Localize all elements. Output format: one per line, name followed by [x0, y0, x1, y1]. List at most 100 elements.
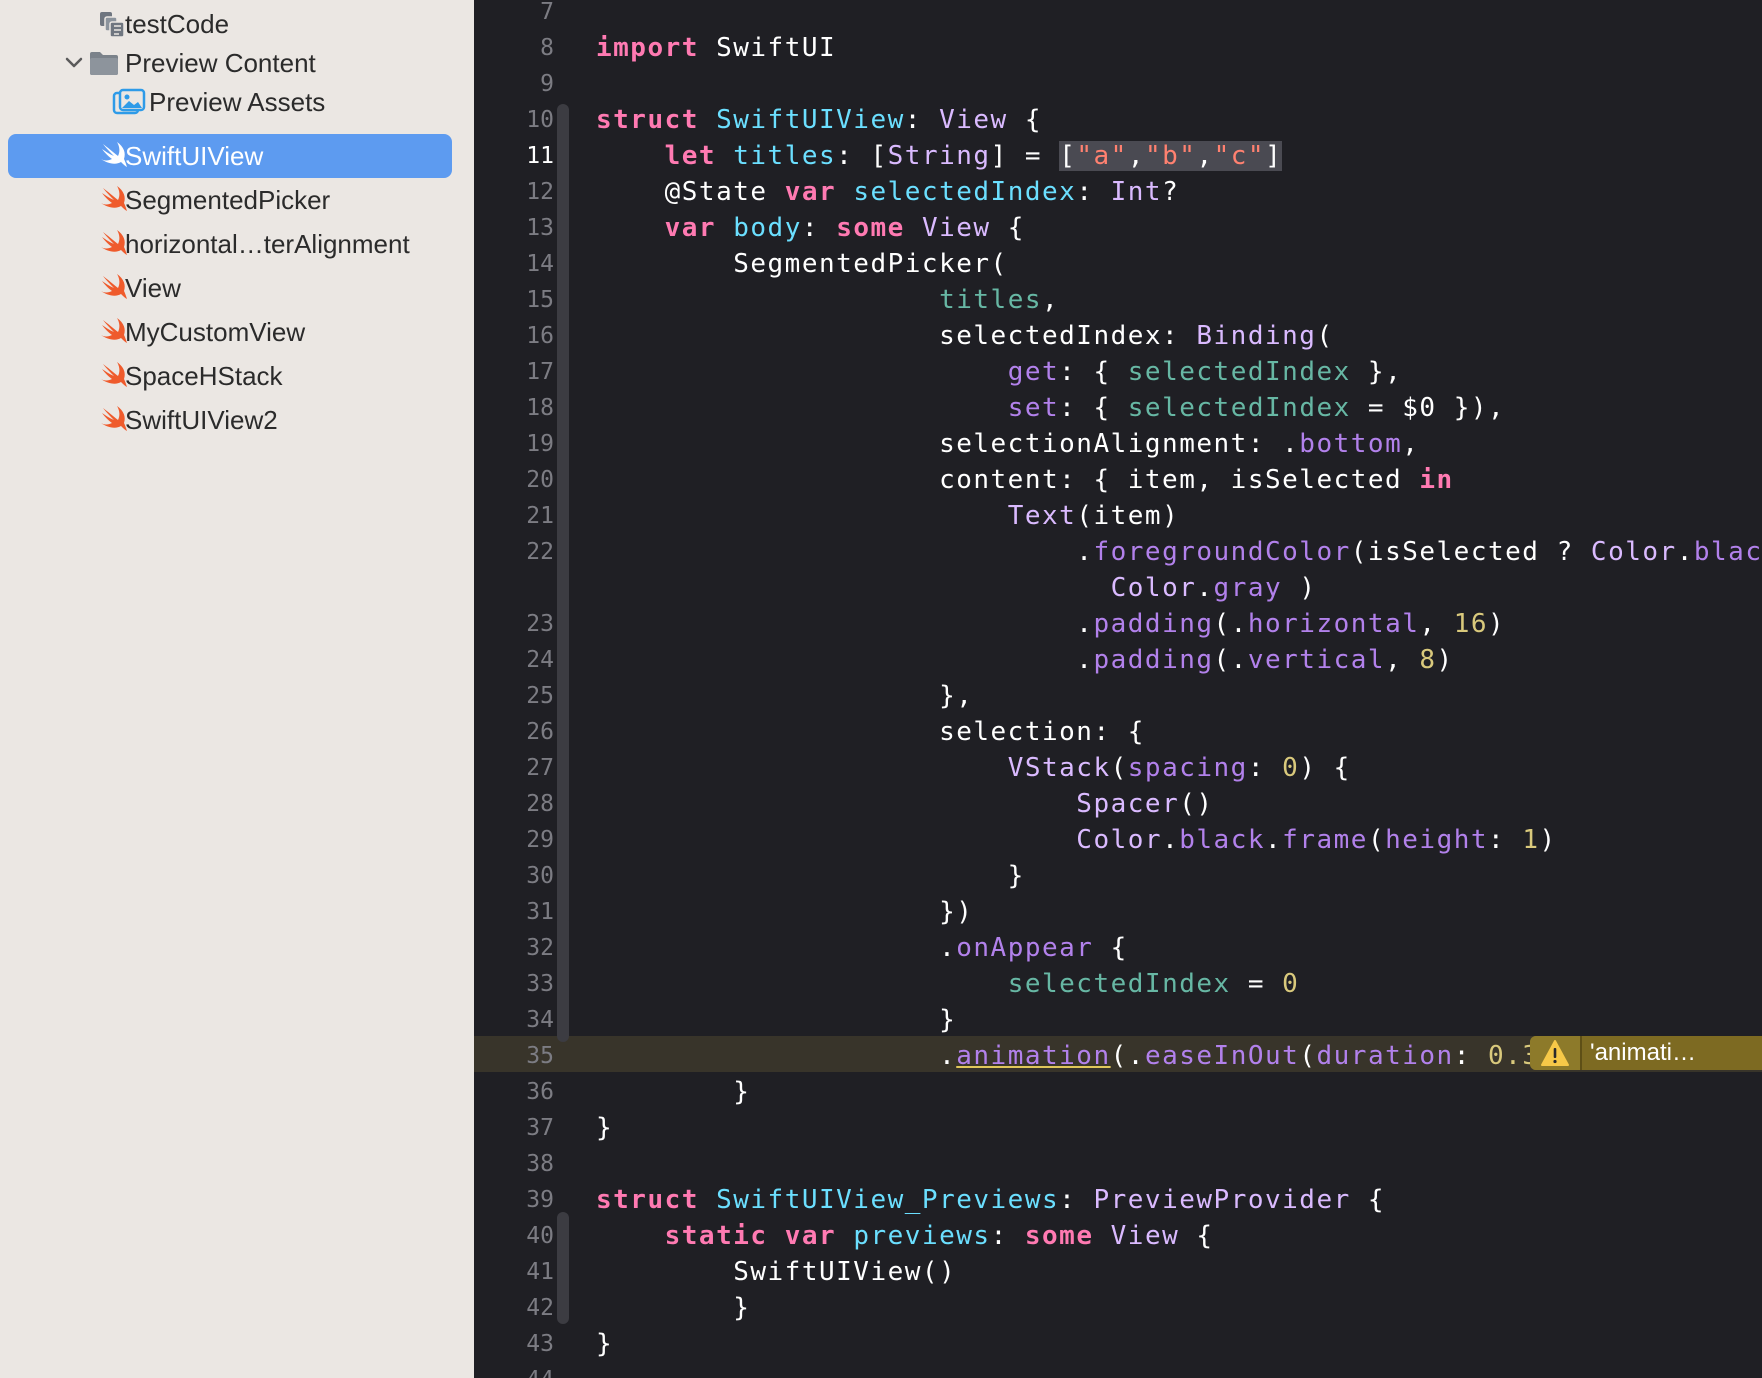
code-line[interactable]: Color.gray )	[474, 570, 1762, 606]
code-token: (	[1110, 753, 1128, 783]
code-token: View	[939, 105, 1008, 135]
code-text: titles,	[596, 282, 1059, 318]
code-line[interactable]: 13 var body: some View {	[474, 210, 1762, 246]
code-text: struct SwiftUIView: View {	[596, 102, 1042, 138]
navigator-item-assets[interactable]: Preview Assets	[8, 80, 452, 124]
code-line[interactable]: 39 struct SwiftUIView_Previews: PreviewPr…	[474, 1182, 1762, 1218]
code-token: .	[596, 537, 1094, 567]
code-line[interactable]: 12 @State var selectedIndex: Int?	[474, 174, 1762, 210]
code-line[interactable]: 10 struct SwiftUIView: View {	[474, 102, 1762, 138]
navigator-item-label: Preview Content	[125, 48, 316, 78]
code-token: struct	[596, 105, 699, 135]
code-text: struct SwiftUIView_Previews: PreviewProv…	[596, 1182, 1385, 1218]
code-line[interactable]: 21 Text(item)	[474, 498, 1762, 534]
code-token: }	[596, 1005, 957, 1035]
code-line[interactable]: 37}	[474, 1110, 1762, 1146]
code-text: SegmentedPicker(	[596, 246, 1008, 282]
code-line[interactable]: 38	[474, 1146, 1762, 1182]
line-number: 16	[526, 323, 554, 349]
code-line[interactable]: 30 }	[474, 858, 1762, 894]
code-token: },	[1350, 357, 1403, 387]
code-line[interactable]: 41 SwiftUIView()	[474, 1254, 1762, 1290]
code-token: ,	[1402, 429, 1420, 459]
code-text: content: { item, isSelected in	[596, 462, 1454, 498]
code-line[interactable]: 25 },	[474, 678, 1762, 714]
code-line[interactable]: 36 }	[474, 1074, 1762, 1110]
navigator-item-swiftuiview2[interactable]: SwiftUIView2	[8, 398, 452, 442]
code-line[interactable]: 31 })	[474, 894, 1762, 930]
code-line[interactable]: 22 .foregroundColor(isSelected ? Color.b…	[474, 534, 1762, 570]
code-token: Text	[1007, 501, 1077, 531]
code-line[interactable]: 8 import SwiftUI	[474, 30, 1762, 66]
code-line[interactable]: 16 selectedIndex: Binding(	[474, 318, 1762, 354]
code-token: spacing	[1127, 753, 1248, 783]
code-token: :	[1076, 177, 1111, 207]
navigator-item-mycustomview[interactable]: MyCustomView	[8, 310, 452, 354]
code-line[interactable]: 40 static var previews: some View {	[474, 1218, 1762, 1254]
code-text: let titles: [String] = ["a","b","c"]	[596, 138, 1283, 174]
code-token: animation	[956, 1041, 1111, 1071]
code-line[interactable]: 17 get: { selectedIndex },	[474, 354, 1762, 390]
line-number: 38	[526, 1151, 554, 1177]
navigator-item-horizontal-alignment[interactable]: horizontal…terAlignment	[8, 222, 452, 266]
warning-badge[interactable]: 'animati…	[1530, 1036, 1762, 1070]
code-line[interactable]: 44	[474, 1362, 1762, 1378]
code-line[interactable]: 11 let titles: [String] = ["a","b","c"]	[474, 138, 1762, 174]
code-text: }	[596, 1290, 750, 1326]
code-text: Color.gray )	[596, 570, 1316, 606]
code-line[interactable]: 34 }	[474, 1002, 1762, 1038]
code-line[interactable]: 26 selection: {	[474, 714, 1762, 750]
navigator-item-label: testCode	[125, 9, 230, 39]
code-line[interactable]: 24 .padding(.vertical, 8)	[474, 642, 1762, 678]
code-token: Color	[1076, 825, 1163, 855]
code-line[interactable]: 14 SegmentedPicker(	[474, 246, 1762, 282]
code-token: }	[596, 1329, 614, 1359]
code-line[interactable]: 28 Spacer()	[474, 786, 1762, 822]
code-token: }	[596, 861, 1025, 891]
chevron-down-icon[interactable]	[61, 50, 87, 76]
code-line[interactable]: 20 content: { item, isSelected in	[474, 462, 1762, 498]
code-token: black	[1693, 537, 1762, 567]
code-token: {	[1179, 1221, 1214, 1251]
code-line[interactable]: 18 set: { selectedIndex = $0 }),	[474, 390, 1762, 426]
navigator-item-segmentedpicker[interactable]: SegmentedPicker	[8, 178, 452, 222]
navigator-item-spacehstack[interactable]: SpaceHStack	[8, 354, 452, 398]
code-editor[interactable]: 7 8 import SwiftUI 9 10 struct SwiftUIView: V…	[474, 0, 1762, 1378]
code-line[interactable]: 42 }	[474, 1290, 1762, 1326]
code-line[interactable]: 15 titles,	[474, 282, 1762, 318]
code-line[interactable]: 29 Color.black.frame(height: 1)	[474, 822, 1762, 858]
code-token: selection: {	[596, 717, 1145, 747]
code-token: @State	[596, 177, 785, 207]
navigator-item-swiftuiview[interactable]: SwiftUIView	[8, 134, 452, 178]
code-line[interactable]: 27 VStack(spacing: 0) {	[474, 750, 1762, 786]
code-text: }	[596, 1002, 956, 1038]
code-line[interactable]: 7	[474, 0, 1762, 30]
line-number: 14	[526, 251, 554, 277]
code-token: 16	[1453, 609, 1489, 639]
code-token: Color	[1110, 573, 1197, 603]
navigator-item-folder[interactable]: Preview Content	[8, 41, 452, 85]
line-number: 33	[526, 971, 554, 997]
code-token: selectionAlignment: .	[596, 429, 1300, 459]
code-line[interactable]: 19 selectionAlignment: .bottom,	[474, 426, 1762, 462]
code-token: easeInOut	[1144, 1041, 1300, 1071]
code-line[interactable]: 33 selectedIndex = 0	[474, 966, 1762, 1002]
code-token: ,	[1196, 141, 1214, 171]
navigator-item-view[interactable]: View	[8, 266, 452, 310]
code-token: SegmentedPicker(	[596, 249, 1008, 279]
line-number: 41	[526, 1259, 554, 1285]
code-token: ,	[1385, 645, 1420, 675]
code-line[interactable]: 23 .padding(.horizontal, 16)	[474, 606, 1762, 642]
navigator-item-project[interactable]: testCode	[8, 2, 452, 46]
code-line[interactable]: 9	[474, 66, 1762, 102]
code-line[interactable]: 43}	[474, 1326, 1762, 1362]
code-token: ?	[1162, 177, 1180, 207]
code-token: horizontal	[1247, 609, 1420, 639]
code-line[interactable]: 32 .onAppear {	[474, 930, 1762, 966]
code-token: some	[836, 213, 905, 243]
line-number: 22	[526, 539, 554, 565]
code-token: .	[1265, 825, 1283, 855]
